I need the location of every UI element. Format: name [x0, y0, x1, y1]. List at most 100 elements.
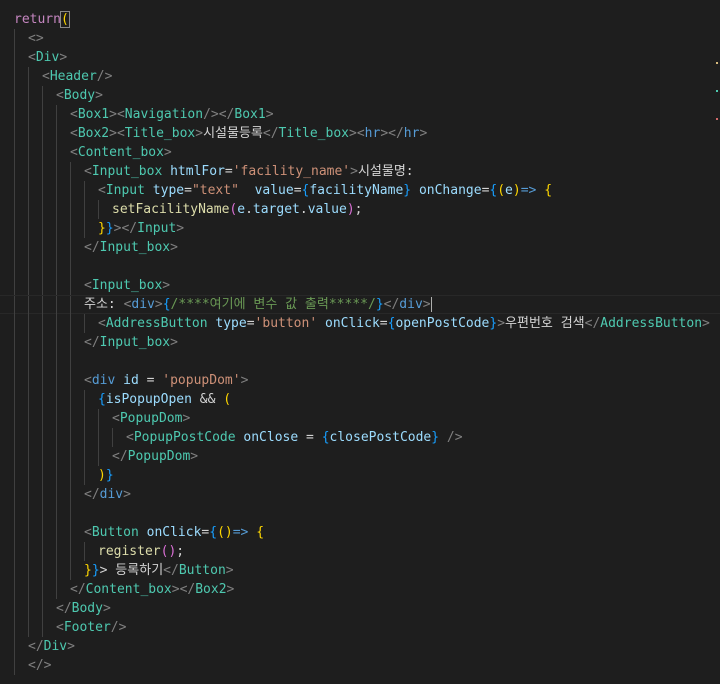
code-line[interactable]: <div id = 'popupDom'> [0, 371, 720, 390]
indent-guide [14, 390, 15, 409]
code-token: > [497, 316, 506, 331]
code-line[interactable]: </Input_box> [0, 238, 720, 257]
code-token: < [84, 278, 92, 293]
code-line[interactable]: <Div> [0, 48, 720, 67]
code-line[interactable]: <Body> [0, 86, 720, 105]
code-line[interactable]: )} [0, 466, 720, 485]
indent-guide [28, 542, 29, 561]
code-line[interactable]: </PopupDom> [0, 447, 720, 466]
indent-guide [70, 428, 71, 447]
code-token: > [350, 164, 358, 179]
indent-guide [28, 257, 29, 276]
indent-guide [14, 219, 15, 238]
code-text: 주소: <div>{/****여기에 변수 값 출력*****/}</div> [84, 296, 432, 313]
code-token: Input [105, 183, 145, 198]
code-line[interactable] [0, 352, 720, 371]
code-text: <Input_box htmlFor='facility_name'>시설물명: [84, 162, 414, 181]
code-token: } [98, 221, 106, 236]
code-line[interactable]: <Footer/> [0, 618, 720, 637]
indent-guide [70, 447, 71, 466]
code-line[interactable]: <PopupPostCode onClose = {closePostCode}… [0, 428, 720, 447]
indent-guide [84, 314, 85, 333]
code-token: = [293, 183, 302, 198]
code-line[interactable]: <Input_box htmlFor='facility_name'>시설물명: [0, 162, 720, 181]
code-line[interactable]: <> [0, 29, 720, 48]
code-text: <Box1><Navigation/></Box1> [70, 105, 274, 124]
indent-guide [14, 276, 15, 295]
code-editor[interactable]: return(<> <Div> <Header/> <Body> <Box1><Navi… [0, 0, 720, 684]
code-line[interactable]: </Input_box> [0, 333, 720, 352]
indent-guide [14, 561, 15, 580]
indent-guide [28, 200, 29, 219]
code-token: . [245, 202, 253, 217]
code-text: <PopupDom> [112, 409, 190, 428]
code-token: > [265, 107, 274, 122]
code-token: > [240, 373, 249, 388]
code-token: } [431, 430, 440, 445]
code-token: < [84, 164, 92, 179]
indent-guide [42, 314, 43, 333]
code-token: hr [403, 126, 420, 141]
code-line[interactable]: <Box1><Navigation/></Box1> [0, 105, 720, 124]
code-line[interactable]: </Body> [0, 599, 720, 618]
code-line[interactable]: <Box2><Title_box>시설물등록</Title_box><hr></… [0, 124, 720, 143]
code-line[interactable]: <Header/> [0, 67, 720, 86]
indent-guide [70, 523, 71, 542]
code-token: div [399, 297, 423, 312]
code-token: Button [178, 563, 226, 578]
code-token: < [98, 183, 106, 198]
indent-guide [70, 181, 71, 200]
code-token: > [123, 487, 131, 502]
indent-guide [28, 447, 29, 466]
code-line[interactable] [0, 504, 720, 523]
indent-guide [56, 542, 57, 561]
code-token: type [152, 183, 185, 198]
code-token: ></ [171, 582, 196, 597]
code-line[interactable]: setFacilityName(e.target.value); [0, 200, 720, 219]
indent-guide [28, 409, 29, 428]
code-line[interactable]: <Input_box> [0, 276, 720, 295]
code-token: { [256, 525, 265, 540]
code-line[interactable]: register(); [0, 542, 720, 561]
code-line[interactable]: return( [0, 10, 720, 29]
code-line[interactable]: </> [0, 656, 720, 675]
code-text: </Div> [28, 637, 75, 656]
code-line[interactable]: <Content_box> [0, 143, 720, 162]
code-line[interactable]: 주소: <div>{/****여기에 변수 값 출력*****/}</div> [0, 295, 720, 315]
code-token: Title_box [124, 126, 196, 141]
code-line[interactable]: </Content_box></Box2> [0, 580, 720, 599]
code-line[interactable]: <Input type="text" value={facilityName} … [0, 181, 720, 200]
code-token: { [321, 430, 330, 445]
indent-guide [28, 599, 29, 618]
code-token: ) [346, 202, 355, 217]
code-token: ( [59, 11, 70, 28]
indent-guide [42, 371, 43, 390]
code-token: > [170, 335, 178, 350]
code-line[interactable]: </div> [0, 485, 720, 504]
code-token: e [237, 202, 246, 217]
code-token: Input_box [91, 278, 163, 293]
code-token: id [123, 373, 139, 388]
indent-guide [14, 238, 15, 257]
code-line[interactable] [0, 257, 720, 276]
code-token: Input_box [99, 240, 171, 255]
code-line[interactable]: <AddressButton type='button' onClick={op… [0, 314, 720, 333]
code-line[interactable]: </Div> [0, 637, 720, 656]
code-line[interactable]: }}> 등록하기</Button> [0, 561, 720, 580]
indent-guide [56, 504, 57, 523]
code-token: > [422, 297, 431, 312]
code-line[interactable]: }}></Input> [0, 219, 720, 238]
code-line[interactable]: <Button onClick={()=> { [0, 523, 720, 542]
code-token: = [298, 430, 322, 445]
indent-guide [14, 296, 15, 315]
indent-guide [28, 67, 29, 86]
code-token: < [98, 316, 106, 331]
code-text: }}> 등록하기</Button> [84, 561, 234, 580]
indent-guide [98, 200, 99, 219]
code-line[interactable]: <PopupDom> [0, 409, 720, 428]
code-line[interactable]: {isPopupOpen && ( [0, 390, 720, 409]
code-token: Title_box [278, 126, 349, 141]
code-text: }}></Input> [98, 219, 184, 238]
